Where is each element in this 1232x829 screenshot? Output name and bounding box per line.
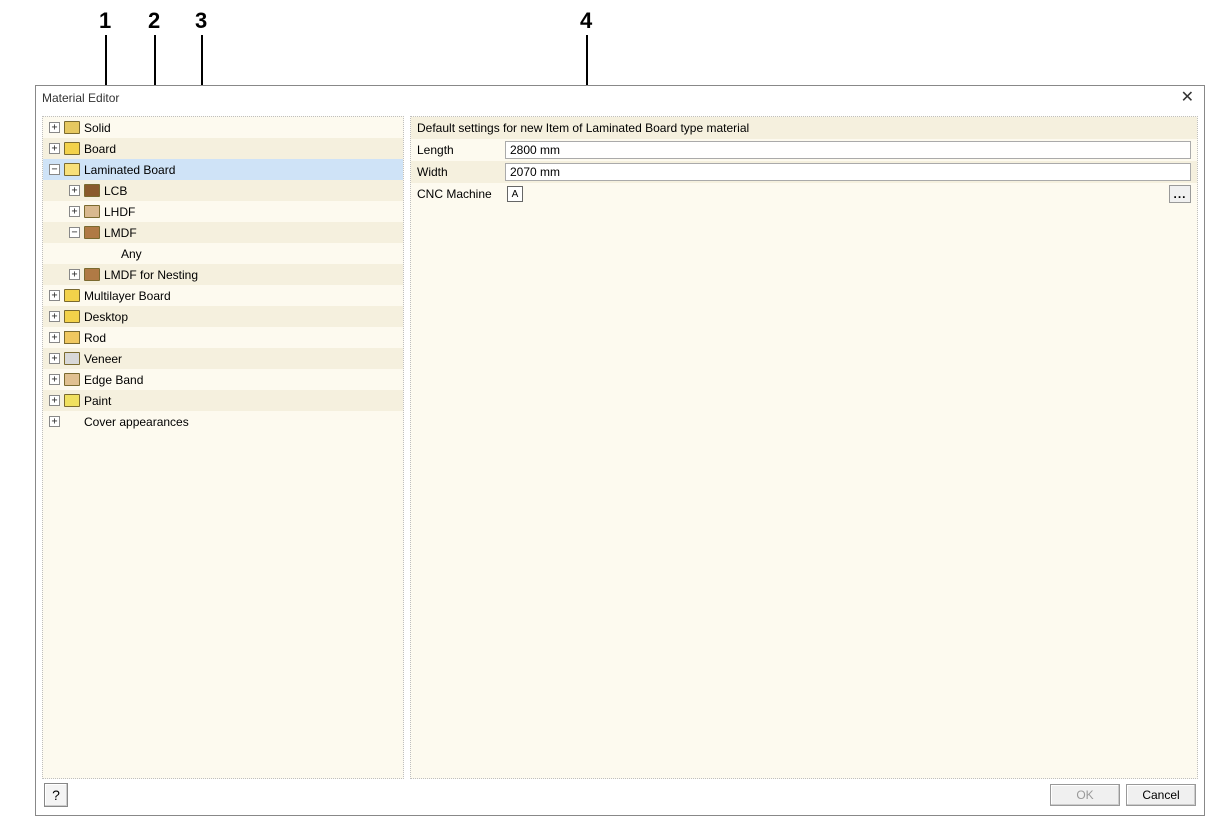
- expand-icon[interactable]: +: [49, 395, 60, 406]
- folder-icon: [64, 310, 80, 323]
- width-input[interactable]: [505, 163, 1191, 181]
- details-row-cnc: CNC Machine A ...: [411, 183, 1197, 205]
- details-row-length: Length: [411, 139, 1197, 161]
- cnc-machine-icon: A: [507, 186, 523, 202]
- tree-item-cover-appearances[interactable]: + Cover appearances: [43, 411, 403, 432]
- tree-item-lhdf[interactable]: + LHDF: [43, 201, 403, 222]
- tree-item-label: Rod: [84, 331, 114, 345]
- tree-item-rod[interactable]: + Rod: [43, 327, 403, 348]
- width-label: Width: [417, 165, 505, 179]
- tree-item-veneer[interactable]: + Veneer: [43, 348, 403, 369]
- tree-item-label: Veneer: [84, 352, 130, 366]
- dialog-button-bar: ? OK Cancel: [36, 779, 1204, 815]
- paint-icon: [64, 394, 80, 407]
- folder-icon: [64, 289, 80, 302]
- details-panel: Default settings for new Item of Laminat…: [410, 116, 1198, 779]
- edge-band-icon: [64, 373, 80, 386]
- folder-open-icon: [64, 163, 80, 176]
- tree-item-label: Solid: [84, 121, 119, 135]
- tree-item-lcb[interactable]: + LCB: [43, 180, 403, 201]
- cnc-browse-button[interactable]: ...: [1169, 185, 1191, 203]
- material-swatch-icon: [84, 268, 100, 281]
- tree-item-label: LMDF: [104, 226, 145, 240]
- callout-number-2: 2: [148, 8, 160, 34]
- tree-item-label: LHDF: [104, 205, 143, 219]
- blank-icon: [64, 415, 80, 428]
- material-swatch-icon: [84, 184, 100, 197]
- folder-icon: [64, 121, 80, 134]
- tree-item-paint[interactable]: + Paint: [43, 390, 403, 411]
- veneer-icon: [64, 352, 80, 365]
- tree-item-multilayer-board[interactable]: + Multilayer Board: [43, 285, 403, 306]
- tree-item-edge-band[interactable]: + Edge Band: [43, 369, 403, 390]
- rod-icon: [64, 331, 80, 344]
- length-label: Length: [417, 143, 505, 157]
- tree-item-label: Edge Band: [84, 373, 151, 387]
- expand-icon[interactable]: +: [49, 416, 60, 427]
- expand-icon[interactable]: +: [69, 206, 80, 217]
- close-button[interactable]: ✕: [1177, 90, 1198, 106]
- tree-item-label: Paint: [84, 394, 119, 408]
- material-swatch-icon: [84, 205, 100, 218]
- details-row-width: Width: [411, 161, 1197, 183]
- tree-item-label: Any: [121, 247, 150, 261]
- tree-item-desktop[interactable]: + Desktop: [43, 306, 403, 327]
- ok-button[interactable]: OK: [1050, 784, 1120, 806]
- folder-icon: [64, 142, 80, 155]
- tree-item-label: Laminated Board: [84, 163, 183, 177]
- material-editor-dialog: Material Editor ✕ + Solid + Board: [35, 85, 1205, 816]
- expand-icon[interactable]: +: [49, 332, 60, 343]
- window-title: Material Editor: [42, 91, 119, 105]
- callout-number-4: 4: [580, 8, 592, 34]
- material-tree[interactable]: + Solid + Board − Laminated Board: [42, 116, 404, 779]
- tree-item-label: LMDF for Nesting: [104, 268, 206, 282]
- collapse-icon[interactable]: −: [49, 164, 60, 175]
- cancel-button[interactable]: Cancel: [1126, 784, 1196, 806]
- expand-icon[interactable]: +: [49, 122, 60, 133]
- tree-item-label: Desktop: [84, 310, 136, 324]
- collapse-icon[interactable]: −: [69, 227, 80, 238]
- expand-icon[interactable]: +: [49, 290, 60, 301]
- tree-item-lmdf[interactable]: − LMDF: [43, 222, 403, 243]
- material-swatch-icon: [84, 226, 100, 239]
- expand-icon[interactable]: +: [69, 269, 80, 280]
- details-header-text: Default settings for new Item of Laminat…: [417, 121, 749, 135]
- tree-item-solid[interactable]: + Solid: [43, 117, 403, 138]
- tree-item-lmdf-nesting[interactable]: + LMDF for Nesting: [43, 264, 403, 285]
- cnc-label: CNC Machine: [417, 187, 505, 201]
- tree-item-label: Multilayer Board: [84, 289, 179, 303]
- tree-item-label: Cover appearances: [84, 415, 197, 429]
- details-header: Default settings for new Item of Laminat…: [411, 117, 1197, 139]
- tree-item-laminated-board[interactable]: − Laminated Board: [43, 159, 403, 180]
- callout-number-1: 1: [99, 8, 111, 34]
- expand-icon[interactable]: +: [49, 353, 60, 364]
- help-button[interactable]: ?: [44, 783, 68, 807]
- length-input[interactable]: [505, 141, 1191, 159]
- tree-item-board[interactable]: + Board: [43, 138, 403, 159]
- expand-icon[interactable]: +: [49, 311, 60, 322]
- expand-icon[interactable]: +: [49, 374, 60, 385]
- title-bar: Material Editor ✕: [36, 86, 1204, 110]
- dialog-content: + Solid + Board − Laminated Board: [36, 110, 1204, 779]
- tree-item-any[interactable]: Any: [43, 243, 403, 264]
- tree-item-label: Board: [84, 142, 124, 156]
- tree-item-label: LCB: [104, 184, 135, 198]
- callout-number-3: 3: [195, 8, 207, 34]
- expand-icon[interactable]: +: [69, 185, 80, 196]
- expand-icon[interactable]: +: [49, 143, 60, 154]
